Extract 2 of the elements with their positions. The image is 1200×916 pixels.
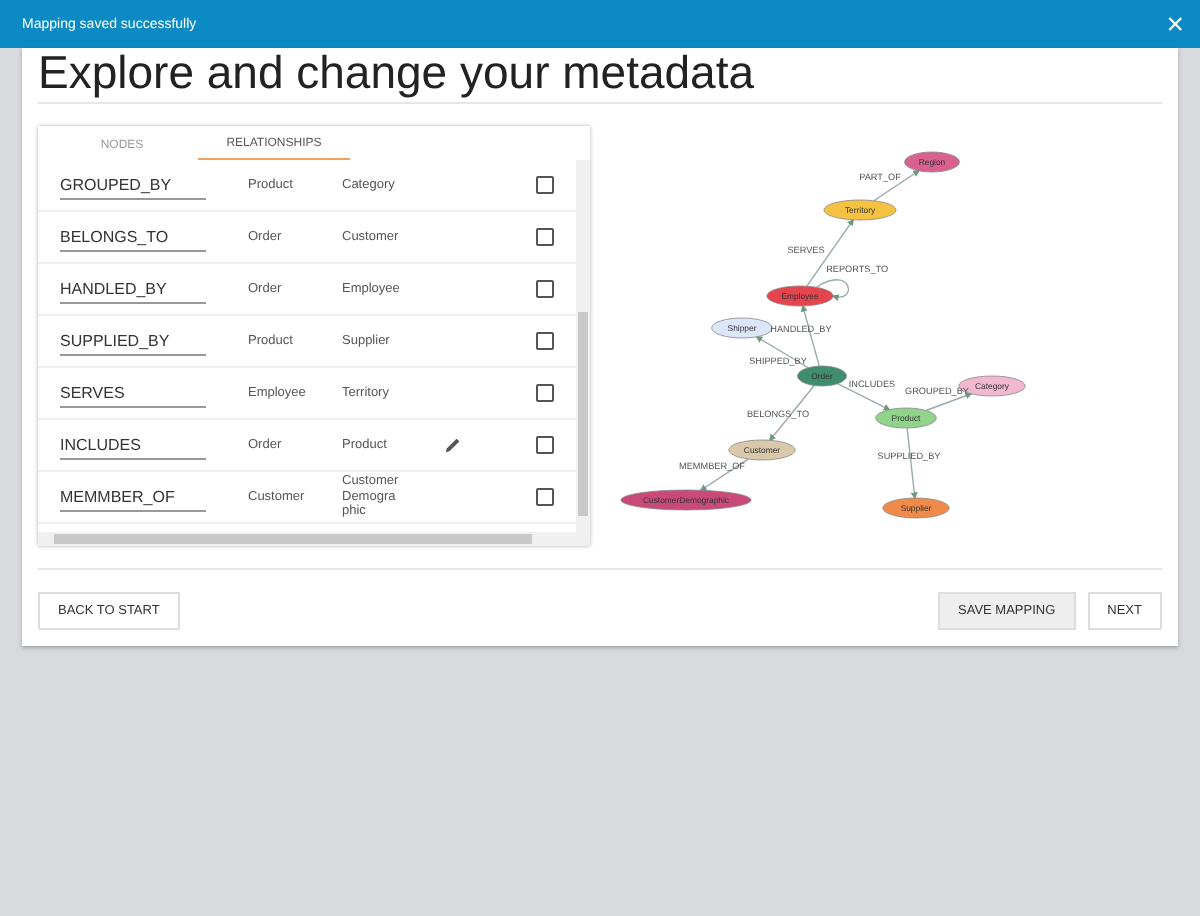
page-title: Explore and change your metadata bbox=[38, 48, 757, 100]
close-button[interactable]: × bbox=[1166, 9, 1184, 39]
